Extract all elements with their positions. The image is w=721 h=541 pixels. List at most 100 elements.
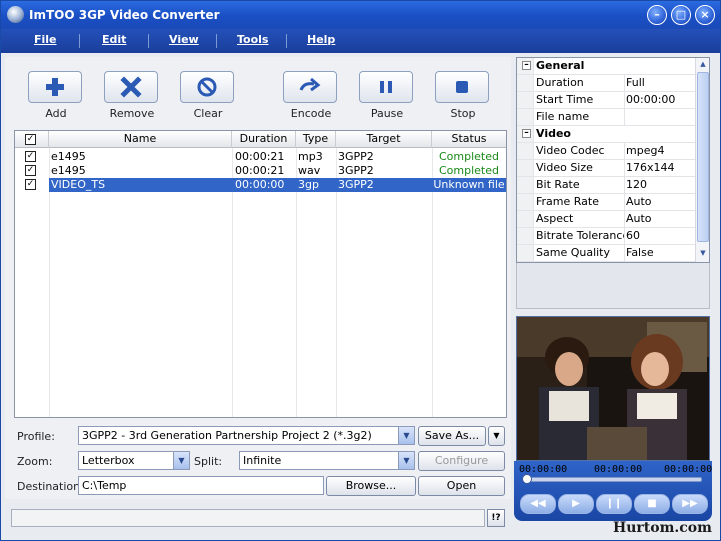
menu-view[interactable]: View [169, 33, 199, 46]
forward-button[interactable]: ▶▶ [672, 494, 708, 514]
row-checkbox[interactable]: ✓ [25, 165, 36, 176]
close-button[interactable]: × [695, 5, 715, 25]
column-type[interactable]: Type [296, 131, 336, 148]
property-description-area [516, 263, 710, 309]
property-key: Aspect [536, 211, 625, 228]
status-bar [11, 509, 485, 527]
chevron-down-icon[interactable]: ▼ [173, 452, 189, 469]
remove-label: Remove [109, 107, 155, 120]
menu-file[interactable]: File [34, 33, 57, 46]
seek-handle[interactable] [522, 474, 532, 484]
property-group-video[interactable]: – Video [517, 126, 695, 143]
property-row[interactable]: Same Quality False [517, 245, 695, 262]
property-key: Video Codec [536, 143, 625, 160]
title-bar[interactable]: ImTOO 3GP Video Converter – □ × [1, 1, 720, 29]
property-row[interactable]: Bitrate Tolerance 60 [517, 228, 695, 245]
menu-separator [286, 34, 287, 48]
scroll-thumb[interactable] [697, 72, 709, 242]
app-window: ImTOO 3GP Video Converter – □ × File Edi… [0, 0, 721, 541]
rewind-button[interactable]: ◀◀ [520, 494, 556, 514]
collapse-icon[interactable]: – [522, 61, 531, 70]
row-checkbox[interactable]: ✓ [25, 151, 36, 162]
property-row[interactable]: Video Size 176x144 [517, 160, 695, 177]
table-row[interactable]: ✓ e1495 00:00:21 wav 3GPP2 Completed [15, 164, 506, 178]
destination-label: Destination: [17, 480, 84, 493]
file-list[interactable]: ✓ Name Duration Type Target Status ✓ e14… [14, 130, 507, 418]
properties-scrollbar[interactable]: ▲ ▼ [695, 58, 709, 262]
select-all-checkbox[interactable]: ✓ [25, 134, 36, 145]
property-row[interactable]: Frame Rate Auto [517, 194, 695, 211]
scroll-up-icon[interactable]: ▲ [697, 58, 709, 71]
zoom-value: Letterbox [82, 454, 135, 467]
properties-panel[interactable]: – General Duration Full Start Time 00:00… [516, 57, 710, 263]
property-row[interactable]: Start Time 00:00:00 [517, 92, 695, 109]
cell-duration: 00:00:21 [235, 150, 285, 163]
zoom-select[interactable]: Letterbox ▼ [78, 451, 190, 470]
collapse-icon[interactable]: – [522, 129, 531, 138]
profile-select[interactable]: 3GPP2 - 3rd Generation Partnership Proje… [78, 426, 415, 445]
add-button[interactable]: Add [28, 71, 84, 120]
clear-button[interactable]: Clear [180, 71, 236, 120]
cell-duration: 00:00:21 [235, 164, 285, 177]
property-row[interactable]: Duration Full [517, 75, 695, 92]
property-value[interactable]: 00:00:00 [626, 92, 695, 109]
help-button[interactable]: !? [487, 509, 505, 527]
save-as-dropdown-button[interactable]: ▼ [488, 426, 505, 446]
table-row[interactable]: ✓ e1495 00:00:21 mp3 3GPP2 Completed [15, 150, 506, 164]
open-button[interactable]: Open [418, 476, 505, 496]
destination-input[interactable]: C:\Temp [78, 476, 324, 495]
property-value[interactable]: Full [626, 75, 695, 92]
encode-button[interactable]: Encode [283, 71, 339, 120]
row-checkbox[interactable]: ✓ [25, 179, 36, 190]
property-key: Bit Rate [536, 177, 625, 194]
seek-bar[interactable] [524, 477, 702, 482]
stop-button[interactable]: Stop [435, 71, 491, 120]
cell-name: e1495 [51, 164, 86, 177]
column-target[interactable]: Target [336, 131, 432, 148]
cell-status: Completed [439, 150, 499, 163]
add-icon [28, 71, 82, 103]
property-row[interactable]: File name [517, 109, 695, 126]
maximize-button[interactable]: □ [671, 5, 691, 25]
split-select[interactable]: Infinite ▼ [239, 451, 415, 470]
pause-icon [359, 71, 413, 103]
clear-label: Clear [193, 107, 223, 120]
table-row[interactable]: ✓ VIDEO_TS 00:00:00 3gp 3GPP2 Unknown fi… [15, 178, 506, 192]
chevron-down-icon[interactable]: ▼ [398, 452, 414, 469]
property-value[interactable] [626, 109, 695, 126]
property-value[interactable]: False [626, 245, 695, 262]
pause-button[interactable]: Pause [359, 71, 415, 120]
menu-help[interactable]: Help [307, 33, 335, 46]
property-value[interactable]: 60 [626, 228, 695, 245]
column-status[interactable]: Status [432, 131, 506, 148]
profile-label: Profile: [17, 430, 55, 443]
stop-playback-button[interactable]: ■ [634, 494, 670, 514]
scroll-down-icon[interactable]: ▼ [697, 247, 709, 260]
property-value[interactable]: mpeg4 [626, 143, 695, 160]
configure-button[interactable]: Configure [418, 451, 505, 471]
property-value[interactable]: 120 [626, 177, 695, 194]
property-value[interactable]: Auto [626, 211, 695, 228]
property-row[interactable]: Aspect Auto [517, 211, 695, 228]
browse-button[interactable]: Browse... [326, 476, 416, 496]
menu-edit[interactable]: Edit [102, 33, 126, 46]
header-select-all[interactable]: ✓ [15, 131, 49, 148]
chevron-down-icon[interactable]: ▼ [398, 427, 414, 444]
play-button[interactable]: ▶ [558, 494, 594, 514]
pause-playback-button[interactable]: ❙❙ [596, 494, 632, 514]
player-controls: 00:00:00 00:00:00 00:00:00 ◀◀ ▶ ❙❙ ■ ▶▶ [514, 461, 712, 521]
column-duration[interactable]: Duration [232, 131, 296, 148]
property-row[interactable]: Bit Rate 120 [517, 177, 695, 194]
remove-button[interactable]: Remove [104, 71, 160, 120]
app-logo-icon [7, 6, 24, 23]
minimize-button[interactable]: – [647, 5, 667, 25]
menu-tools[interactable]: Tools [237, 33, 268, 46]
property-key: Frame Rate [536, 194, 625, 211]
column-name[interactable]: Name [49, 131, 232, 148]
save-as-button[interactable]: Save As... [418, 426, 486, 446]
property-value[interactable]: Auto [626, 194, 695, 211]
property-row[interactable]: Video Codec mpeg4 [517, 143, 695, 160]
property-value[interactable]: 176x144 [626, 160, 695, 177]
encode-label: Encode [290, 107, 332, 120]
property-group-general[interactable]: – General [517, 58, 695, 75]
